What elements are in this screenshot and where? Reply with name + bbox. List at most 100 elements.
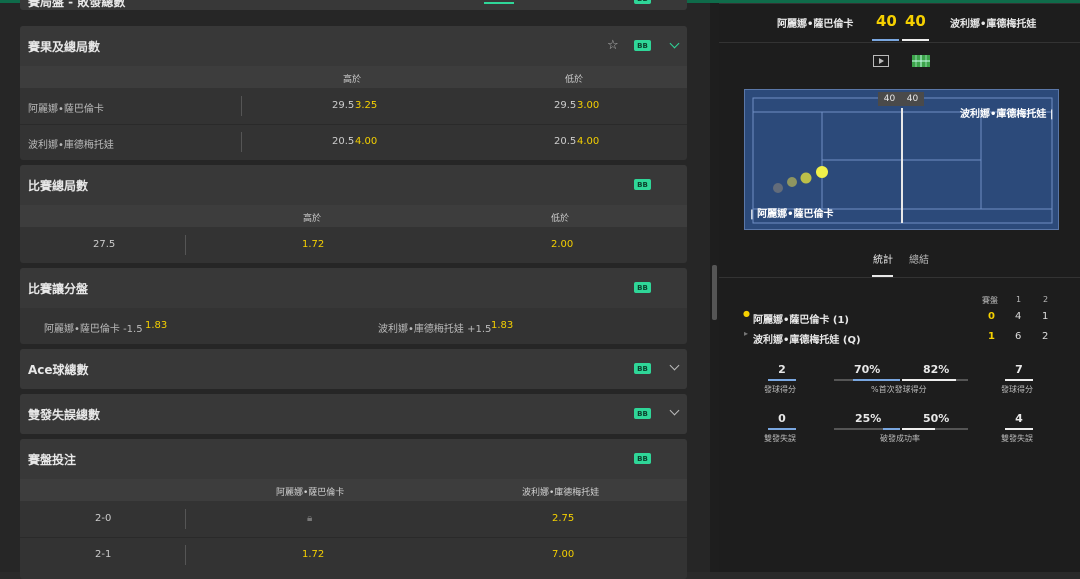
divider — [719, 42, 1080, 43]
col-player-2: 波利娜•庫德梅托娃 — [522, 488, 600, 498]
over-line: 29.5 — [332, 100, 355, 111]
market-title: 賽果及總局數 — [28, 39, 101, 54]
bet-builder-badge: BB — [634, 408, 651, 419]
favorite-star-icon[interactable]: ☆ — [607, 38, 619, 53]
chevron-down-icon[interactable] — [669, 360, 680, 371]
under-odds[interactable]: 4.00 — [577, 136, 599, 147]
stat-bar-p1 — [853, 379, 900, 381]
stat-value: 2 — [778, 363, 786, 376]
market-card-handicap: 比賽讓分盤 BB 阿麗娜•薩巴倫卡 -1.5 1.83 波利娜•庫德梅托娃 +1… — [20, 268, 687, 344]
set-col-2: 2 — [1043, 295, 1049, 304]
player-1-underline — [872, 39, 899, 41]
bet-builder-badge: BB — [634, 179, 651, 190]
market-card-double-faults[interactable]: 雙發失誤總數 BB — [20, 394, 687, 434]
market-header[interactable]: Ace球總數 BB — [20, 349, 687, 389]
sets-header: 賽盤 — [982, 296, 998, 305]
bet-builder-badge: BB — [634, 282, 651, 293]
under-odds[interactable]: 3.00 — [577, 100, 599, 111]
col-under: 低於 — [551, 214, 570, 224]
p2-odds[interactable]: 2.75 — [552, 513, 574, 524]
court-player-1: | 阿麗娜•薩巴倫卡 — [750, 209, 834, 220]
p1-odds[interactable]: 1.72 — [302, 549, 324, 560]
over-odds[interactable]: 3.25 — [355, 100, 377, 111]
market-header[interactable]: 雙發失誤總數 BB — [20, 394, 687, 434]
serve-arrow-icon: ▸ — [744, 329, 749, 338]
player-name: 波利娜•庫德梅托娃 — [28, 140, 114, 151]
set-col-1: 1 — [1016, 295, 1022, 304]
player-2-underline — [902, 39, 929, 41]
stat-bar-p1 — [768, 379, 796, 381]
divider — [185, 235, 186, 255]
handicap-p2-odds[interactable]: 1.83 — [491, 320, 513, 331]
court-score: 40 40 — [878, 92, 924, 106]
stat-df-p2: 4 — [999, 412, 1039, 425]
divider — [185, 545, 186, 565]
odds-row: 阿麗娜•薩巴倫卡 -1.5 1.83 波利娜•庫德梅托娃 +1.5 1.83 — [20, 308, 687, 344]
market-card-set-total: 賽果及總局數 ☆ BB 高於 低於 阿麗娜•薩巴倫卡 29.5 3.25 29.… — [20, 26, 687, 160]
stat-aces-p2: 7 — [999, 363, 1039, 376]
divider — [185, 509, 186, 529]
handicap-p1-label: 阿麗娜•薩巴倫卡 -1.5 — [44, 324, 143, 335]
player-2-name: 波利娜•庫德梅托娃 — [950, 19, 1037, 30]
divider — [241, 96, 242, 116]
scoreboard-panel: 阿麗娜•薩巴倫卡 40 40 波利娜•庫德梅托娃 40 40 波利娜•庫德梅托娃… — [719, 3, 1080, 572]
market-title: 比賽讓分盤 — [28, 281, 89, 296]
score-row-2-game: 1 — [988, 331, 995, 342]
handicap-p1-odds[interactable]: 1.83 — [145, 320, 167, 331]
bet-builder-badge: BB — [634, 0, 651, 4]
markets-panel: 賽局盤 - 敗發總數 BB 賽果及總局數 ☆ BB 高於 低於 阿麗娜•薩巴倫卡… — [0, 0, 710, 579]
over-odds[interactable]: 4.00 — [355, 136, 377, 147]
tab-summary[interactable]: 總結 — [909, 251, 929, 266]
court-score-p2: 40 — [906, 94, 919, 104]
over-odds[interactable]: 1.72 — [302, 239, 324, 250]
stat-bp-label: 破發成功率 — [880, 434, 920, 443]
score-row-2-set1: 6 — [1015, 331, 1022, 342]
tab-stats[interactable]: 統計 — [873, 251, 893, 266]
market-header[interactable]: 比賽讓分盤 BB — [20, 268, 687, 308]
column-header: 高於 低於 — [20, 66, 687, 88]
court-view-icon[interactable] — [912, 55, 930, 67]
scrollbar-thumb[interactable] — [712, 265, 717, 320]
chevron-up-icon[interactable] — [669, 38, 680, 49]
stat-df-label: 雙發失誤 — [764, 434, 796, 443]
market-header[interactable]: 比賽總局數 BB — [20, 165, 687, 205]
stat-aces-label-p2: 發球得分 — [1001, 385, 1033, 394]
total-line: 27.5 — [93, 239, 116, 250]
play-video-icon[interactable] — [873, 55, 889, 67]
court-visualization: 40 40 波利娜•庫德梅托娃 | | 阿麗娜•薩巴倫卡 — [744, 89, 1059, 230]
col-over: 高於 — [303, 214, 322, 224]
stat-bar-p1 — [768, 428, 796, 430]
stat-df-label-p2: 雙發失誤 — [1001, 434, 1033, 443]
score-row-1-set2: 1 — [1042, 311, 1049, 322]
stat-aces-label: 發球得分 — [764, 385, 796, 394]
under-line: 29.5 — [554, 100, 577, 111]
court-player-2: 波利娜•庫德梅托娃 | — [960, 109, 1054, 120]
market-card-aces[interactable]: Ace球總數 BB — [20, 349, 687, 389]
market-card-partial[interactable]: 賽局盤 - 敗發總數 BB — [20, 0, 687, 10]
score-row-2-name: 波利娜•庫德梅托娃 (Q) — [753, 335, 861, 346]
stat-bar-p2 — [902, 379, 956, 381]
under-odds[interactable]: 2.00 — [551, 239, 573, 250]
court-score-p1: 40 — [883, 94, 896, 104]
divider — [719, 277, 1080, 278]
active-indicator — [484, 2, 514, 4]
chevron-down-icon[interactable] — [669, 405, 680, 416]
stat-bar-p1 — [883, 428, 900, 430]
odds-row: 阿麗娜•薩巴倫卡 29.5 3.25 29.5 3.00 — [20, 88, 687, 124]
score-row-1-name: 阿麗娜•薩巴倫卡 (1) — [753, 315, 849, 326]
score-row-1-game: 0 — [988, 311, 995, 322]
stat-df-p1: 0 — [762, 412, 802, 425]
stat-first-serve-p1: 70% — [854, 363, 881, 376]
stat-bar-p2 — [902, 428, 935, 430]
player-name: 阿麗娜•薩巴倫卡 — [28, 104, 104, 115]
p2-odds[interactable]: 7.00 — [552, 549, 574, 560]
market-title: Ace球總數 — [28, 362, 89, 377]
market-header[interactable]: 賽果及總局數 ☆ BB — [20, 26, 687, 66]
market-header[interactable]: 賽盤投注 BB — [20, 439, 687, 479]
stat-bp-p2: 50% — [923, 412, 950, 425]
stat-value: 7 — [1015, 363, 1023, 376]
column-header: 高於 低於 — [20, 205, 687, 227]
market-card-set-betting: 賽盤投注 BB 阿麗娜•薩巴倫卡 波利娜•庫德梅托娃 2-0 🔒︎ 2.75 2… — [20, 439, 687, 579]
bet-builder-badge: BB — [634, 363, 651, 374]
col-player-1: 阿麗娜•薩巴倫卡 — [276, 488, 345, 498]
